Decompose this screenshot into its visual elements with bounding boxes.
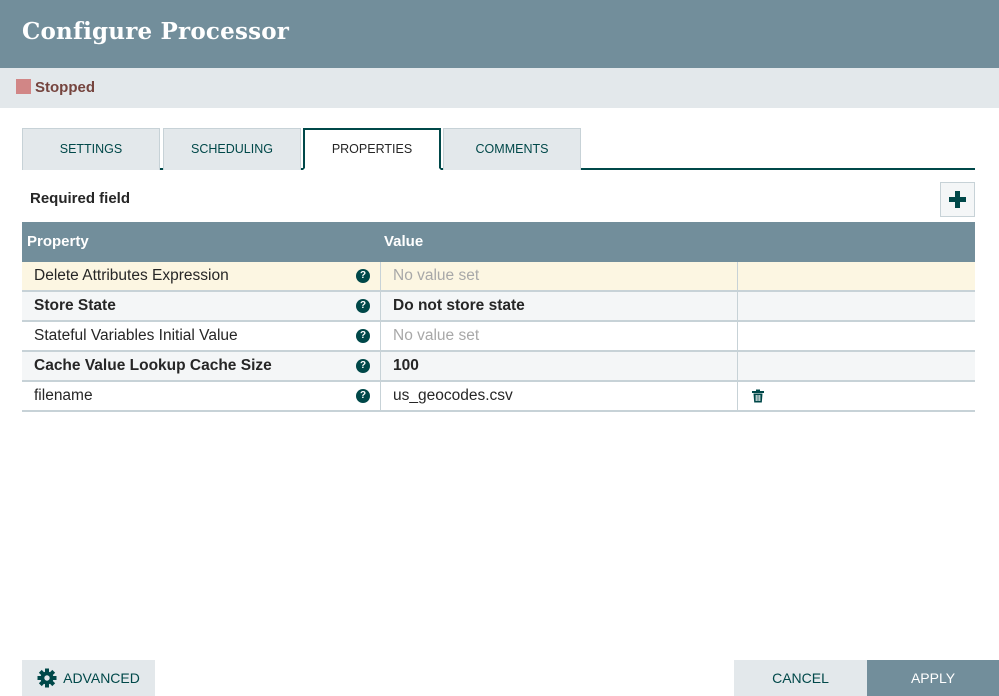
status-text: Stopped [35, 79, 95, 96]
table-row[interactable]: Delete Attributes Expression ? No value … [22, 262, 975, 292]
property-name: Store State [34, 297, 116, 314]
gear-icon [37, 668, 57, 688]
property-value[interactable]: Do not store state [393, 297, 525, 315]
plus-icon [949, 191, 966, 208]
column-divider [380, 382, 381, 412]
advanced-button[interactable]: ADVANCED [22, 660, 155, 696]
trash-icon[interactable] [751, 389, 765, 403]
table-row[interactable]: Cache Value Lookup Cache Size ? 100 [22, 352, 975, 382]
help-icon[interactable]: ? [356, 269, 370, 283]
add-property-button[interactable] [940, 182, 975, 217]
tab-comments[interactable]: COMMENTS [443, 128, 581, 170]
column-divider [737, 262, 738, 292]
cancel-button[interactable]: CANCEL [734, 660, 867, 696]
status-bar: Stopped [0, 68, 999, 108]
table-row[interactable]: Store State ? Do not store state [22, 292, 975, 322]
column-divider [380, 352, 381, 382]
properties-table: Property Value Delete Attributes Express… [22, 222, 975, 412]
help-icon[interactable]: ? [356, 329, 370, 343]
dialog-title: Configure Processor [22, 18, 290, 45]
advanced-label: ADVANCED [63, 670, 140, 686]
help-icon[interactable]: ? [356, 299, 370, 313]
column-header-value: Value [384, 233, 424, 250]
stopped-icon [16, 79, 31, 94]
property-name: Cache Value Lookup Cache Size [34, 357, 272, 374]
required-field-label: Required field [30, 190, 131, 207]
property-value[interactable]: us_geocodes.csv [393, 387, 513, 405]
column-divider [737, 292, 738, 322]
apply-button[interactable]: APPLY [867, 660, 999, 696]
column-divider [737, 322, 738, 352]
property-name: Stateful Variables Initial Value [34, 327, 238, 344]
property-value[interactable]: 100 [393, 357, 419, 375]
help-icon[interactable]: ? [356, 359, 370, 373]
property-value[interactable]: No value set [393, 267, 479, 285]
table-row[interactable]: filename ? us_geocodes.csv [22, 382, 975, 412]
column-divider [380, 292, 381, 322]
column-header-property: Property [27, 233, 89, 250]
column-divider [737, 352, 738, 382]
dialog-header: Configure Processor [0, 0, 999, 68]
table-row[interactable]: Stateful Variables Initial Value ? No va… [22, 322, 975, 352]
tab-bar: SETTINGS SCHEDULING PROPERTIES COMMENTS [22, 128, 975, 170]
table-header: Property Value [22, 222, 975, 262]
property-name: Delete Attributes Expression [34, 267, 229, 284]
property-value[interactable]: No value set [393, 327, 479, 345]
column-divider [380, 322, 381, 352]
tab-properties[interactable]: PROPERTIES [303, 128, 441, 170]
tab-settings[interactable]: SETTINGS [22, 128, 160, 170]
help-icon[interactable]: ? [356, 389, 370, 403]
column-divider [737, 382, 738, 412]
property-name: filename [34, 387, 93, 404]
tab-scheduling[interactable]: SCHEDULING [163, 128, 301, 170]
column-divider [380, 262, 381, 292]
